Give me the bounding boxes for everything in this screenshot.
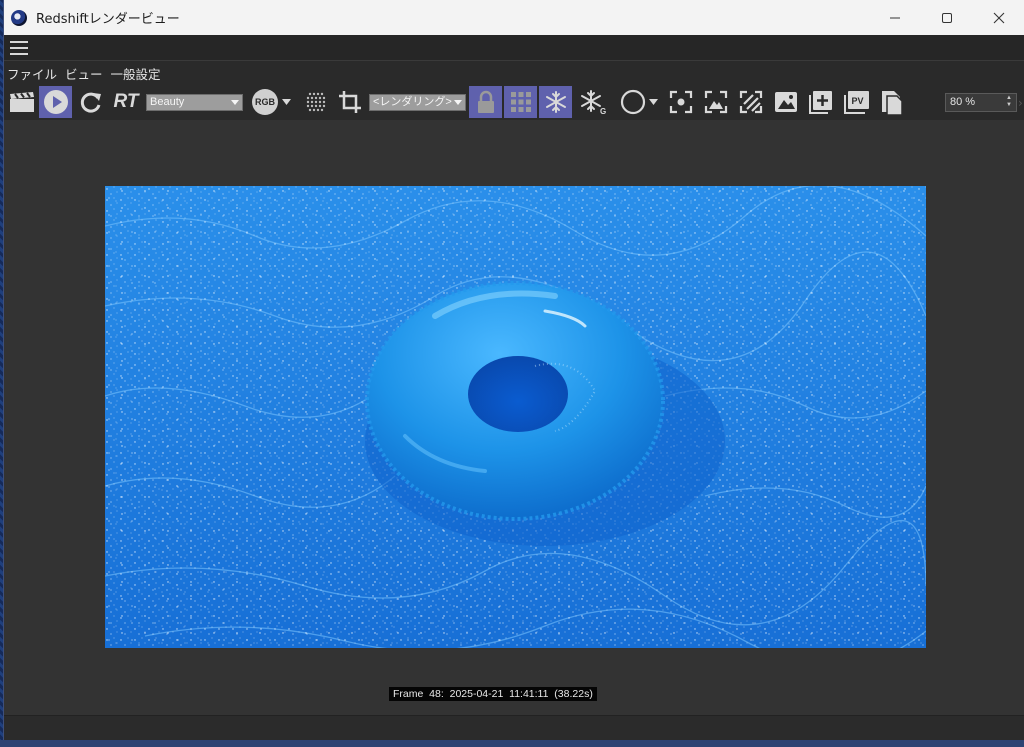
- region-select[interactable]: <レンダリング>: [369, 94, 466, 111]
- crop-button[interactable]: [335, 86, 365, 118]
- chevron-down-icon: [282, 99, 291, 105]
- render-viewport: [4, 120, 1024, 715]
- dots-grid-icon: [306, 92, 326, 112]
- grid-button[interactable]: [504, 86, 537, 118]
- chevron-down-icon: [454, 100, 462, 105]
- rt-icon: RT: [113, 91, 139, 112]
- refresh-button[interactable]: [76, 86, 106, 118]
- zoom-stepper-icon[interactable]: ▲ ▼: [1006, 95, 1012, 109]
- focus-button[interactable]: [666, 86, 696, 118]
- rgb-label: RGB: [255, 97, 275, 107]
- shape-select-button[interactable]: [615, 86, 663, 118]
- menu-view[interactable]: ビュー: [65, 64, 103, 83]
- title-bar: Redshiftレンダービュー: [4, 0, 1024, 35]
- render-image: [105, 186, 926, 648]
- dither-button[interactable]: [301, 86, 331, 118]
- circle-icon: [620, 89, 645, 115]
- image-icon: [775, 92, 797, 112]
- maximize-icon: [942, 12, 952, 23]
- taskbar-strip: [0, 740, 1024, 747]
- bucket-render-button[interactable]: [736, 86, 766, 118]
- picture-viewer-button[interactable]: PV: [842, 86, 872, 118]
- chevron-down-icon: [231, 100, 239, 105]
- play-button[interactable]: [39, 86, 72, 118]
- add-image-icon: [809, 91, 832, 114]
- rgb-icon: RGB: [252, 89, 278, 115]
- minimize-button[interactable]: [869, 0, 921, 35]
- add-snapshot-button[interactable]: [806, 86, 836, 118]
- refresh-icon: [80, 92, 101, 113]
- expand-icon: [704, 90, 728, 114]
- copy-icon: [882, 91, 903, 116]
- freeze-button[interactable]: [539, 86, 572, 118]
- toolbar-overflow-icon[interactable]: ›: [1018, 96, 1023, 110]
- menu-preferences[interactable]: 一般設定: [111, 64, 161, 83]
- hamburger-menu-icon[interactable]: [10, 41, 28, 55]
- minimize-icon: [890, 17, 900, 18]
- focus-icon: [669, 90, 693, 114]
- clapperboard-icon: [10, 92, 34, 112]
- menu-bar: ファイル ビュー 一般設定: [4, 62, 1024, 84]
- snapshot-button[interactable]: [771, 86, 801, 118]
- copy-button[interactable]: [877, 86, 907, 118]
- region-select-value: <レンダリング>: [373, 96, 452, 108]
- frame-info-label: Frame 48: 2025-04-21 11:41:11 (38.22s): [389, 687, 597, 701]
- zoom-value: 80 %: [950, 96, 976, 108]
- aov-select-value: Beauty: [150, 96, 185, 108]
- snowflake-icon: [545, 91, 566, 113]
- swim-ring-render: [105, 186, 926, 648]
- window-title: Redshiftレンダービュー: [36, 12, 180, 27]
- hatch-icon: [739, 90, 763, 114]
- render-view-window: Redshiftレンダービュー ファイル ビュー 一般設定 RT Beauty …: [3, 0, 1024, 740]
- close-button[interactable]: [973, 0, 1024, 35]
- toolbar: RT Beauty RGB <レンダリング> G PV: [4, 84, 1024, 120]
- rt-button[interactable]: RT: [108, 86, 144, 118]
- svg-text:G: G: [600, 107, 606, 115]
- window-controls: [869, 0, 1024, 35]
- cinema4d-app-icon: [11, 9, 27, 26]
- snowflake-g-icon: G: [581, 90, 606, 115]
- render-to-picture-viewer-button[interactable]: [7, 86, 37, 118]
- panel-menu-row: [4, 35, 1024, 61]
- pv-icon: PV: [844, 91, 869, 114]
- maximize-button[interactable]: [921, 0, 973, 35]
- tiles-icon: [510, 92, 531, 112]
- fit-button[interactable]: [701, 86, 731, 118]
- pv-label: PV: [852, 96, 864, 106]
- status-bar: [4, 715, 1024, 740]
- crop-icon: [339, 91, 361, 113]
- chevron-down-icon: [648, 99, 658, 105]
- lock-button[interactable]: [469, 86, 502, 118]
- close-icon: [993, 12, 1005, 23]
- menu-file[interactable]: ファイル: [7, 64, 57, 83]
- aov-select[interactable]: Beauty: [146, 94, 243, 111]
- lock-icon: [477, 90, 494, 113]
- play-icon: [43, 90, 68, 114]
- freeze-global-button[interactable]: G: [578, 86, 610, 118]
- zoom-field[interactable]: 80 % ▲ ▼: [945, 93, 1017, 112]
- color-mode-button[interactable]: RGB: [249, 86, 295, 118]
